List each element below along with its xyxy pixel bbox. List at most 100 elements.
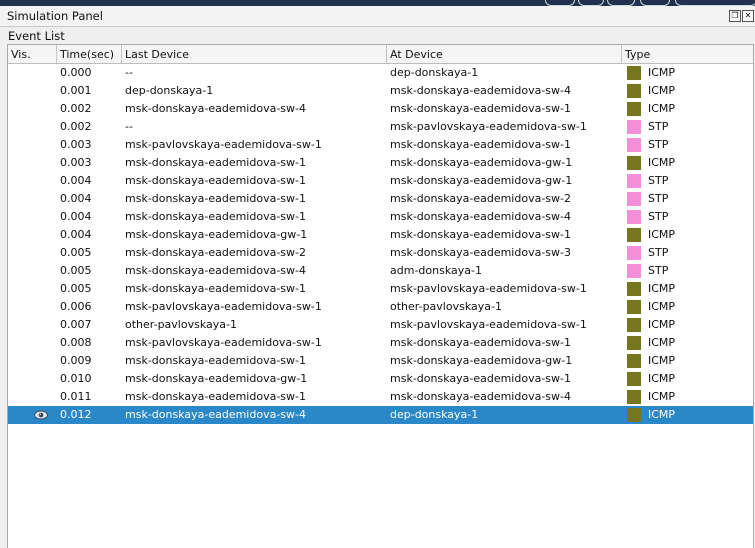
at-device-cell: msk-donskaya-eademidova-sw-1 <box>390 372 571 385</box>
table-row[interactable]: 0.005 msk-donskaya-eademidova-sw-2 msk-don… <box>8 244 753 262</box>
type-color-swatch[interactable] <box>627 228 641 242</box>
last-device-cell: msk-pavlovskaya-eademidova-sw-1 <box>125 336 322 349</box>
type-cell: ICMP <box>648 300 676 313</box>
last-device-cell: msk-donskaya-eademidova-sw-4 <box>125 408 306 421</box>
type-color-swatch[interactable] <box>627 354 641 368</box>
type-color-swatch[interactable] <box>627 120 641 134</box>
last-device-cell: msk-donskaya-eademidova-sw-1 <box>125 210 306 223</box>
table-row[interactable]: 0.004 msk-donskaya-eademidova-sw-1 msk-don… <box>8 190 753 208</box>
type-color-swatch[interactable] <box>627 372 641 386</box>
last-device-cell: msk-donskaya-eademidova-sw-4 <box>125 102 306 115</box>
table-row[interactable]: 0.010 msk-donskaya-eademidova-gw-1 msk-don… <box>8 370 753 388</box>
type-cell: ICMP <box>648 408 676 421</box>
type-color-swatch[interactable] <box>627 336 641 350</box>
table-row[interactable]: 0.002 -- msk-pavlovskaya-eademidova-sw-1 ST… <box>8 118 753 136</box>
last-device-cell: msk-donskaya-eademidova-sw-1 <box>125 192 306 205</box>
last-device-cell: msk-donskaya-eademidova-sw-1 <box>125 174 306 187</box>
last-device-cell: -- <box>125 120 133 133</box>
type-color-swatch[interactable] <box>627 318 641 332</box>
type-color-swatch[interactable] <box>627 246 641 260</box>
last-device-cell: other-pavlovskaya-1 <box>125 318 237 331</box>
time-cell: 0.010 <box>60 372 92 385</box>
at-device-cell: dep-donskaya-1 <box>390 408 479 421</box>
type-color-swatch[interactable] <box>627 282 641 296</box>
type-cell: STP <box>648 210 669 223</box>
at-device-cell: msk-pavlovskaya-eademidova-sw-1 <box>390 318 587 331</box>
column-header-time[interactable]: Time(sec) <box>57 45 122 63</box>
at-device-cell: adm-donskaya-1 <box>390 264 482 277</box>
time-cell: 0.008 <box>60 336 92 349</box>
table-row[interactable]: 0.007 other-pavlovskaya-1 msk-pavlovskaya-… <box>8 316 753 334</box>
time-cell: 0.004 <box>60 228 92 241</box>
type-color-swatch[interactable] <box>627 102 641 116</box>
time-cell: 0.011 <box>60 390 92 403</box>
restore-icon[interactable]: ❐ <box>729 10 741 22</box>
table-row[interactable]: 0.000 -- dep-donskaya-1 ICMP <box>8 64 753 82</box>
at-device-cell: msk-donskaya-eademidova-sw-1 <box>390 102 571 115</box>
time-cell: 0.002 <box>60 102 92 115</box>
table-row[interactable]: 0.004 msk-donskaya-eademidova-sw-1 msk-don… <box>8 172 753 190</box>
type-color-swatch[interactable] <box>627 210 641 224</box>
type-cell: ICMP <box>648 282 676 295</box>
last-device-cell: msk-donskaya-eademidova-sw-4 <box>125 264 306 277</box>
at-device-cell: msk-donskaya-eademidova-sw-1 <box>390 336 571 349</box>
eye-icon[interactable] <box>34 410 48 420</box>
table-row[interactable]: 0.004 msk-donskaya-eademidova-gw-1 msk-don… <box>8 226 753 244</box>
last-device-cell: dep-donskaya-1 <box>125 84 214 97</box>
type-cell: ICMP <box>648 372 676 385</box>
column-header-type[interactable]: Type <box>622 45 753 63</box>
event-rows: 0.000 -- dep-donskaya-1 ICMP 0.001 dep-donska… <box>8 64 753 424</box>
time-cell: 0.009 <box>60 354 92 367</box>
type-cell: STP <box>648 120 669 133</box>
at-device-cell: other-pavlovskaya-1 <box>390 300 502 313</box>
time-cell: 0.004 <box>60 174 92 187</box>
at-device-cell: msk-donskaya-eademidova-sw-4 <box>390 84 571 97</box>
last-device-cell: msk-pavlovskaya-eademidova-sw-1 <box>125 138 322 151</box>
table-row[interactable]: 0.011 msk-donskaya-eademidova-sw-1 msk-don… <box>8 388 753 406</box>
type-cell: STP <box>648 138 669 151</box>
type-cell: STP <box>648 246 669 259</box>
table-row[interactable]: 0.002 msk-donskaya-eademidova-sw-4 msk-don… <box>8 100 753 118</box>
column-header-vis[interactable]: Vis. <box>8 45 57 63</box>
column-header-last-device[interactable]: Last Device <box>122 45 387 63</box>
panel-title: Simulation Panel <box>7 9 103 23</box>
at-device-cell: msk-pavlovskaya-eademidova-sw-1 <box>390 120 587 133</box>
table-row[interactable]: 0.004 msk-donskaya-eademidova-sw-1 msk-don… <box>8 208 753 226</box>
time-cell: 0.004 <box>60 192 92 205</box>
type-color-swatch[interactable] <box>627 408 641 422</box>
table-row[interactable]: 0.008 msk-pavlovskaya-eademidova-sw-1 msk-… <box>8 334 753 352</box>
table-row[interactable]: 0.006 msk-pavlovskaya-eademidova-sw-1 othe… <box>8 298 753 316</box>
type-color-swatch[interactable] <box>627 300 641 314</box>
table-row[interactable]: 0.003 msk-donskaya-eademidova-sw-1 msk-don… <box>8 154 753 172</box>
close-icon[interactable]: ✕ <box>742 10 754 22</box>
type-color-swatch[interactable] <box>627 156 641 170</box>
type-color-swatch[interactable] <box>627 138 641 152</box>
time-cell: 0.007 <box>60 318 92 331</box>
type-cell: ICMP <box>648 228 676 241</box>
type-cell: ICMP <box>648 102 676 115</box>
type-cell: ICMP <box>648 84 676 97</box>
time-cell: 0.003 <box>60 138 92 151</box>
table-row[interactable]: 0.009 msk-donskaya-eademidova-sw-1 msk-don… <box>8 352 753 370</box>
type-cell: ICMP <box>648 66 676 79</box>
type-cell: STP <box>648 192 669 205</box>
type-color-swatch[interactable] <box>627 192 641 206</box>
table-row[interactable]: 0.005 msk-donskaya-eademidova-sw-4 adm-don… <box>8 262 753 280</box>
time-cell: 0.006 <box>60 300 92 313</box>
column-header-at-device[interactable]: At Device <box>387 45 622 63</box>
table-row[interactable]: 0.001 dep-donskaya-1 msk-donskaya-eademido… <box>8 82 753 100</box>
table-row-selected[interactable]: 0.012 msk-donskaya-eademidova-sw-4 dep-don… <box>8 406 753 424</box>
table-row[interactable]: 0.005 msk-donskaya-eademidova-sw-1 msk-pav… <box>8 280 753 298</box>
type-cell: ICMP <box>648 156 676 169</box>
table-row[interactable]: 0.003 msk-pavlovskaya-eademidova-sw-1 msk-… <box>8 136 753 154</box>
time-cell: 0.005 <box>60 246 92 259</box>
last-device-cell: msk-donskaya-eademidova-sw-1 <box>125 282 306 295</box>
type-color-swatch[interactable] <box>627 264 641 278</box>
last-device-cell: msk-donskaya-eademidova-sw-1 <box>125 354 306 367</box>
type-color-swatch[interactable] <box>627 66 641 80</box>
type-color-swatch[interactable] <box>627 84 641 98</box>
type-color-swatch[interactable] <box>627 174 641 188</box>
type-color-swatch[interactable] <box>627 390 641 404</box>
simulation-panel-titlebar: Simulation Panel ❐ ✕ <box>0 6 755 27</box>
at-device-cell: msk-donskaya-eademidova-sw-1 <box>390 138 571 151</box>
